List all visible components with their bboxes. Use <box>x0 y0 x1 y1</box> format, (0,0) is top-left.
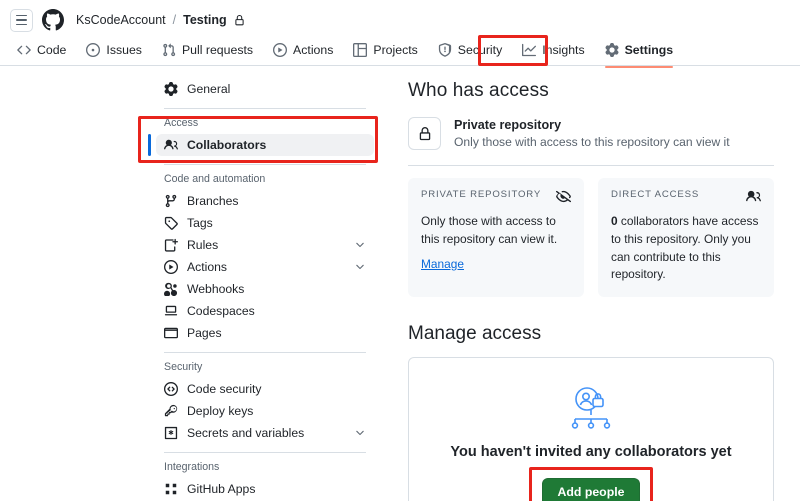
sidebar-section-heading: Integrations <box>164 461 220 473</box>
lock-icon <box>408 117 441 151</box>
breadcrumb-repo[interactable]: Testing <box>183 13 227 27</box>
page-body: General Access Collaborators Code and au… <box>0 66 800 501</box>
sidebar-item-label: Pages <box>187 326 222 340</box>
empty-state-title: You haven't invited any collaborators ye… <box>450 444 732 461</box>
chevron-down-icon <box>356 430 364 436</box>
card-label: DIRECT ACCESS <box>611 188 700 200</box>
tab-label: Issues <box>106 42 142 57</box>
breadcrumb: KsCodeAccount / Testing <box>76 13 245 27</box>
chevron-down-icon <box>356 242 364 248</box>
hamburger-icon[interactable] <box>10 8 33 32</box>
sidebar-item-codespaces[interactable]: Codespaces <box>156 300 374 322</box>
sidebar-item-label: Codespaces <box>187 304 255 318</box>
collaborator-count: 0 <box>611 213 618 228</box>
card-text: 0 collaborators have access to this repo… <box>611 213 761 284</box>
page-title-who-has-access: Who has access <box>408 80 549 101</box>
breadcrumb-owner[interactable]: KsCodeAccount <box>76 13 166 27</box>
manage-link[interactable]: Manage <box>421 257 464 271</box>
section-title-manage-access: Manage access <box>408 323 542 345</box>
sidebar-section-access: Access Collaborators <box>148 117 380 156</box>
tab-projects[interactable]: Projects <box>344 39 426 61</box>
github-logo-icon[interactable] <box>42 9 64 31</box>
header-top-row: KsCodeAccount / Testing <box>0 0 800 34</box>
add-people-button-wrapper: Add people <box>528 467 654 501</box>
lock-icon <box>235 14 244 25</box>
card-header: PRIVATE REPOSITORY <box>421 189 571 204</box>
sidebar-item-collaborators[interactable]: Collaborators <box>148 134 374 156</box>
sidebar-item-general[interactable]: General <box>156 78 374 100</box>
sidebar-item-label: Webhooks <box>187 282 245 296</box>
sidebar-item-actions[interactable]: Actions <box>156 256 374 278</box>
sidebar-section-heading: Code and automation <box>164 173 266 185</box>
access-summary-cards: PRIVATE REPOSITORY Only those with acces… <box>408 177 774 298</box>
people-icon <box>746 190 761 202</box>
tab-insights[interactable]: Insights <box>513 39 593 61</box>
chevron-down-icon <box>356 264 364 270</box>
sidebar-item-label: General <box>187 82 231 96</box>
tab-code[interactable]: Code <box>8 39 75 61</box>
sidebar-item-tags[interactable]: Tags <box>156 212 374 234</box>
repo-nav-tabs: Code Issues Pull requests Actions Projec… <box>0 34 800 68</box>
tab-label: Projects <box>373 42 418 57</box>
repository-visibility-row: Private repository Only those with acces… <box>408 116 774 165</box>
visibility-subtitle: Only those with access to this repositor… <box>454 135 730 150</box>
tab-label: Settings <box>624 42 674 57</box>
breadcrumb-separator: / <box>172 13 177 27</box>
sidebar-section-heading: Access <box>164 117 199 129</box>
sidebar-item-rules[interactable]: Rules <box>156 234 374 256</box>
page-header: KsCodeAccount / Testing Code Issues Pull… <box>0 0 800 68</box>
card-direct-access: DIRECT ACCESS 0 collaborators have acces… <box>598 177 774 298</box>
sidebar-item-label: Collaborators <box>187 138 267 152</box>
card-text-rest: collaborators have access to this reposi… <box>611 213 759 282</box>
eye-closed-icon <box>556 190 571 202</box>
tab-settings[interactable]: Settings <box>596 39 683 68</box>
card-text: Only those with access to this repositor… <box>421 213 558 246</box>
left-gutter <box>0 66 150 501</box>
tab-issues[interactable]: Issues <box>77 39 151 61</box>
sidebar-divider <box>164 108 366 109</box>
sidebar-item-github-apps[interactable]: GitHub Apps <box>156 478 374 500</box>
collaborators-empty-state-panel: You haven't invited any collaborators ye… <box>408 357 774 501</box>
sidebar-item-webhooks[interactable]: Webhooks <box>156 278 374 300</box>
sidebar-item-secrets-and-variables[interactable]: Secrets and variables <box>156 422 374 444</box>
sidebar-divider <box>164 452 366 453</box>
sidebar-section-code-automation: Code and automation Branches Tags Rules <box>150 173 380 344</box>
card-private-repository: PRIVATE REPOSITORY Only those with acces… <box>408 177 584 298</box>
sidebar-divider <box>164 164 366 165</box>
sidebar-section-integrations: Integrations GitHub Apps <box>150 461 380 500</box>
sidebar-item-deploy-keys[interactable]: Deploy keys <box>156 400 374 422</box>
sidebar-section-security: Security Code security Deploy keys Secre… <box>150 361 380 444</box>
tab-label: Code <box>37 42 67 57</box>
sidebar-divider <box>164 352 366 353</box>
tab-security[interactable]: Security <box>429 39 511 61</box>
sidebar-item-branches[interactable]: Branches <box>156 190 374 212</box>
sidebar-item-label: Rules <box>187 238 219 252</box>
person-lock-org-chart-icon <box>571 387 611 429</box>
tab-label: Pull requests <box>181 42 254 57</box>
sidebar-item-label: Actions <box>187 260 227 274</box>
sidebar-item-label: Tags <box>187 216 213 230</box>
sidebar-item-pages[interactable]: Pages <box>156 322 374 344</box>
sidebar-item-label: Secrets and variables <box>187 426 305 440</box>
sidebar-item-label: Branches <box>187 194 239 208</box>
sidebar-item-label: Code security <box>187 382 262 396</box>
tab-label: Actions <box>293 42 334 57</box>
tab-label: Insights <box>542 42 585 57</box>
sidebar-item-code-security[interactable]: Code security <box>156 378 374 400</box>
tab-actions[interactable]: Actions <box>264 39 342 61</box>
sidebar-item-label: Deploy keys <box>187 404 254 418</box>
tab-pull-requests[interactable]: Pull requests <box>153 39 262 61</box>
card-label: PRIVATE REPOSITORY <box>421 188 542 200</box>
sidebar-section-heading: Security <box>164 361 203 373</box>
add-people-button[interactable]: Add people <box>541 478 641 501</box>
settings-main-content: Who has access Private repository Only t… <box>380 66 800 501</box>
tab-label: Security <box>457 42 503 57</box>
visibility-title: Private repository <box>454 118 562 132</box>
sidebar-item-label: GitHub Apps <box>187 482 256 496</box>
github-repo-settings-page: KsCodeAccount / Testing Code Issues Pull… <box>0 0 800 501</box>
content-divider <box>408 164 774 166</box>
repository-visibility-text: Private repository Only those with acces… <box>454 116 730 152</box>
settings-sidebar: General Access Collaborators Code and au… <box>138 66 380 501</box>
card-header: DIRECT ACCESS <box>611 189 761 204</box>
